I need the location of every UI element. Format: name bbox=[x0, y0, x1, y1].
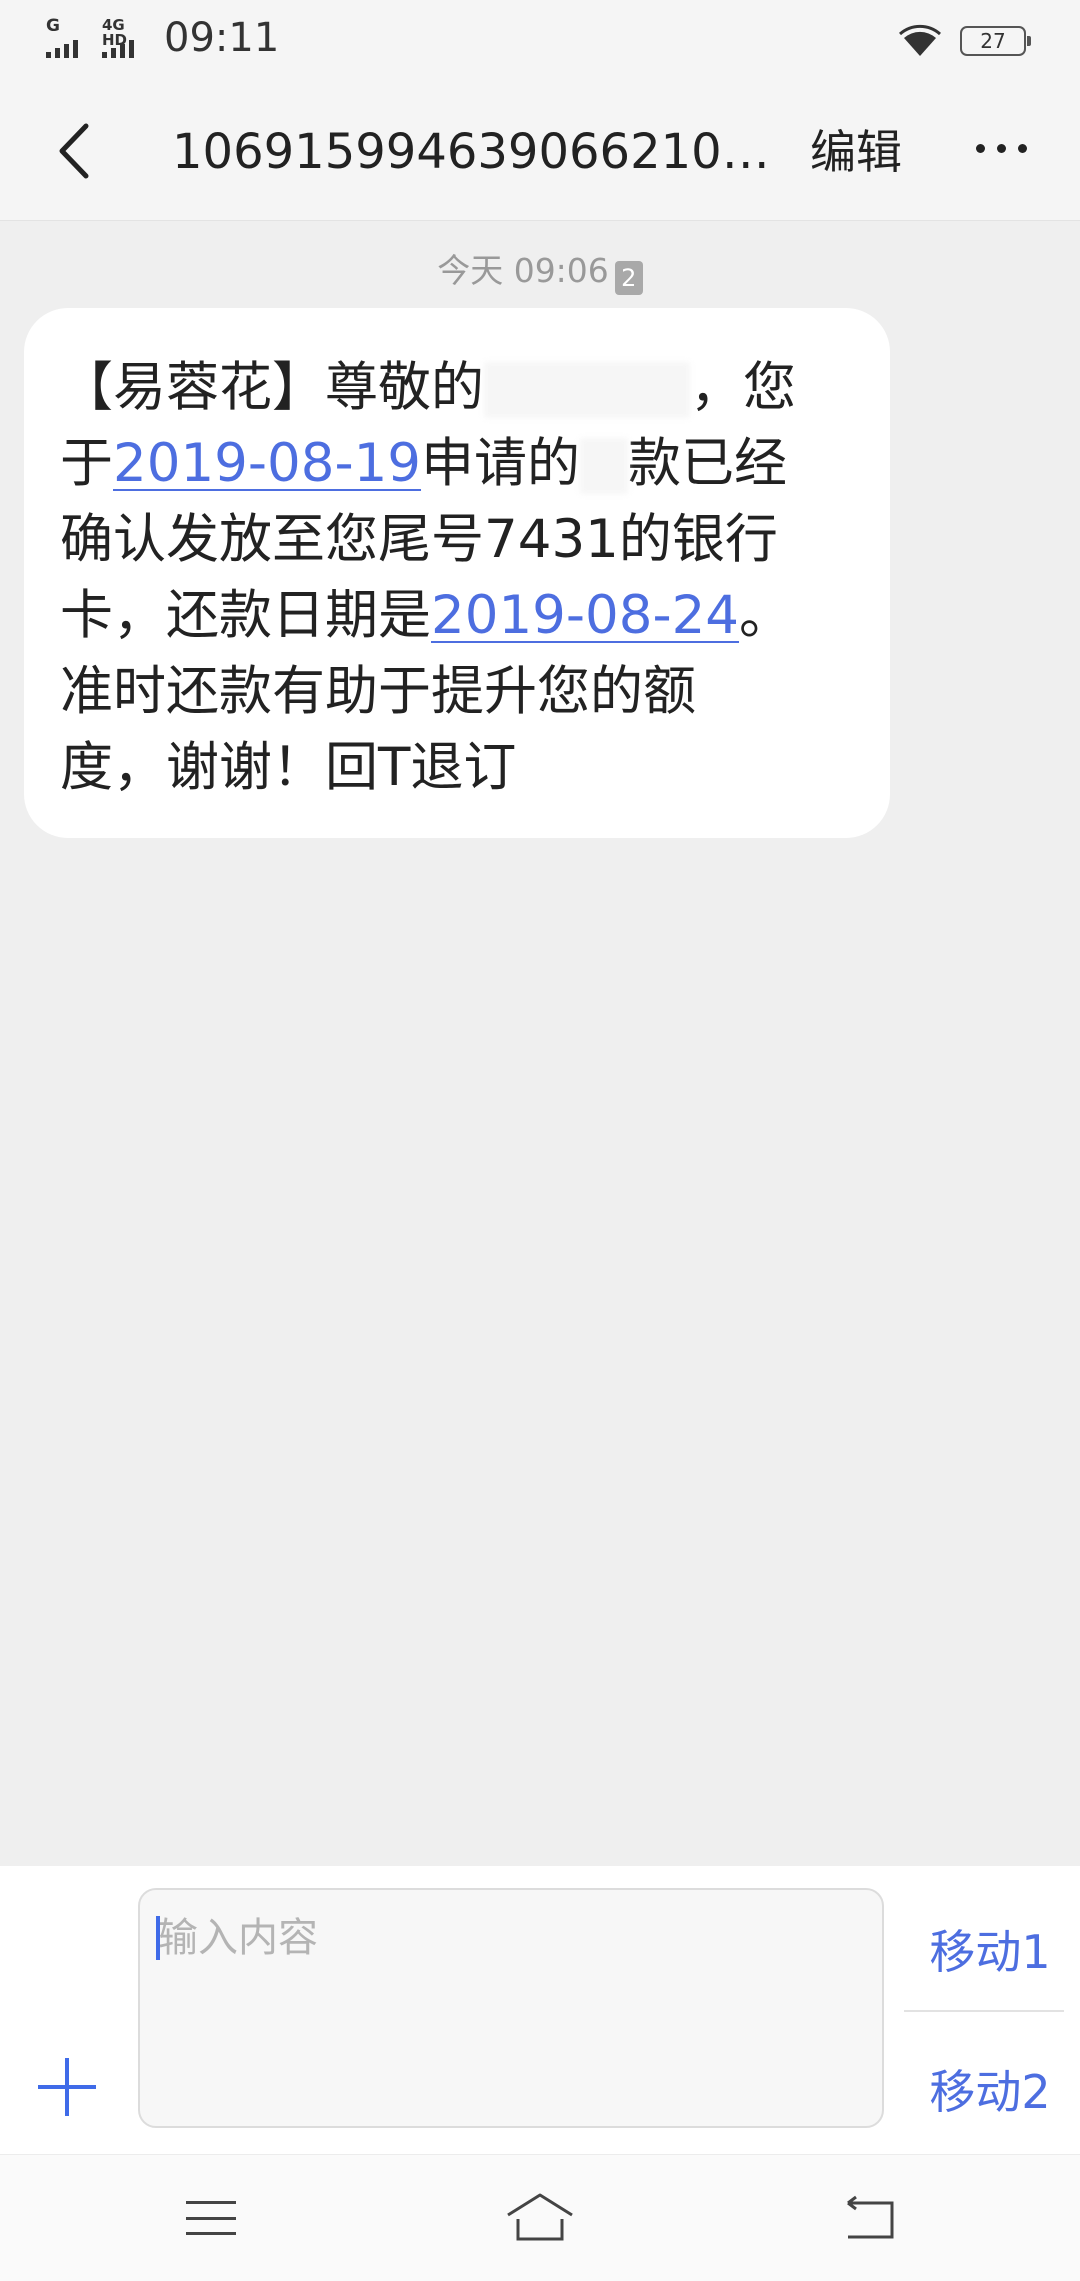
send-sim2-button[interactable]: 移动2 bbox=[900, 2056, 1080, 2122]
chevron-left-icon bbox=[59, 123, 89, 179]
message-bubble[interactable]: 【易蓉花】尊敬的 ，您 于2019-08-19申请的 款已经 确认发放至您尾号743… bbox=[24, 308, 890, 838]
add-attachment-button[interactable] bbox=[38, 2058, 96, 2116]
return-icon bbox=[847, 2195, 894, 2239]
home-button[interactable] bbox=[504, 2191, 576, 2247]
conversation-header: 10691599463906621022 编辑 bbox=[0, 82, 1080, 221]
wifi-icon bbox=[898, 24, 942, 62]
message-input[interactable]: 输入内容 bbox=[138, 1888, 884, 2128]
status-time: 09:11 bbox=[164, 15, 280, 61]
sim-badge: 2 bbox=[614, 261, 643, 295]
back-button[interactable] bbox=[48, 116, 108, 186]
status-bar: G 4G HD 09:11 27 bbox=[0, 0, 1080, 82]
message-timestamp: 今天 09:06 2 bbox=[0, 244, 1080, 295]
message-line: 【易蓉花】尊敬的 ，您 bbox=[60, 357, 796, 419]
message-line: 于2019-08-19申请的 款已经 bbox=[60, 433, 788, 495]
divider bbox=[904, 2010, 1064, 2012]
nav-back-button[interactable] bbox=[842, 2195, 898, 2247]
send-sim1-button[interactable]: 移动1 bbox=[900, 1916, 1080, 1982]
recent-apps-button[interactable] bbox=[186, 2201, 236, 2235]
menu-icon bbox=[186, 2201, 236, 2204]
date-link[interactable]: 2019-08-19 bbox=[113, 433, 421, 494]
home-icon bbox=[507, 2193, 573, 2241]
more-dots-icon bbox=[976, 144, 985, 153]
more-options-button[interactable] bbox=[976, 144, 1027, 153]
battery-icon: 27 bbox=[960, 26, 1031, 56]
input-placeholder: 输入内容 bbox=[158, 1915, 318, 1961]
message-line: 度，谢谢！回T退订 bbox=[60, 737, 517, 798]
text-cursor bbox=[156, 1916, 160, 1960]
message-line: 准时还款有助于提升您的额 bbox=[60, 661, 696, 722]
contact-number-title: 10691599463906621022 bbox=[172, 124, 782, 180]
date-link[interactable]: 2019-08-24 bbox=[431, 585, 739, 646]
edit-button[interactable]: 编辑 bbox=[810, 122, 902, 182]
message-line: 确认发放至您尾号7431的银行 bbox=[60, 509, 778, 570]
system-nav-bar bbox=[0, 2154, 1080, 2281]
redacted-name bbox=[484, 362, 690, 419]
message-line: 卡，还款日期是2019-08-24。 bbox=[60, 585, 793, 646]
redacted-text bbox=[580, 438, 629, 495]
message-composer: 输入内容 移动1 移动2 bbox=[0, 1866, 1080, 2154]
